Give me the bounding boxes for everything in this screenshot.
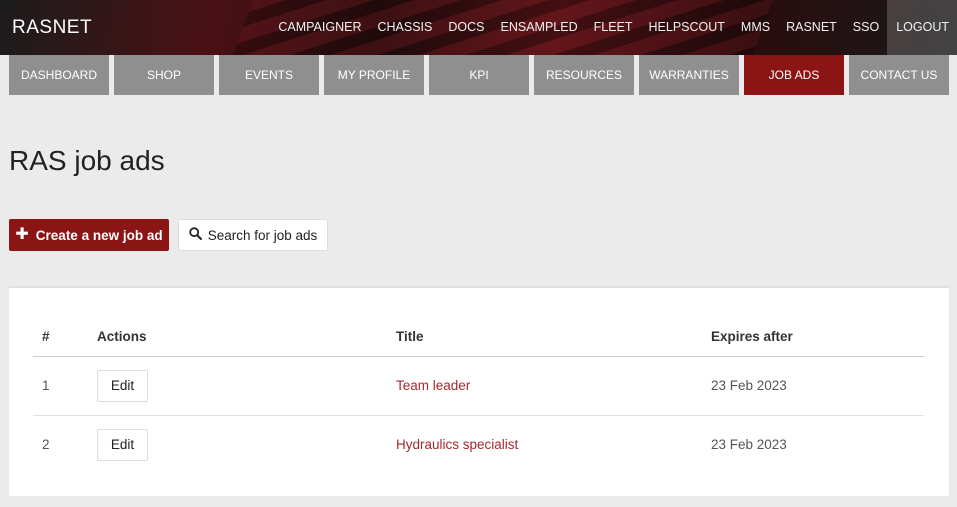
toplink-helpscout[interactable]: HELPSCOUT xyxy=(641,0,733,55)
edit-button[interactable]: Edit xyxy=(97,428,148,461)
row-title: Team leader xyxy=(387,356,702,416)
page-title: RAS job ads xyxy=(9,145,165,176)
nav-job-ads[interactable]: JOB ADS xyxy=(744,55,844,95)
plus-icon: ✚ xyxy=(15,226,29,243)
create-job-ad-label: Create a new job ad xyxy=(35,227,163,243)
row-actions: Edit xyxy=(88,356,387,416)
row-number: 2 xyxy=(42,437,50,453)
search-job-ads-label: Search for job ads xyxy=(207,227,318,243)
toplink-chassis[interactable]: CHASSIS xyxy=(369,0,440,55)
header-expires: Expires after xyxy=(702,318,924,357)
toplink-mms[interactable]: MMS xyxy=(733,0,778,55)
nav-kpi[interactable]: KPI xyxy=(429,55,529,95)
logout-link[interactable]: LOGOUT xyxy=(887,0,957,55)
job-title-link[interactable]: Hydraulics specialist xyxy=(396,437,518,452)
nav-resources[interactable]: RESOURCES xyxy=(534,55,634,95)
edit-button[interactable]: Edit xyxy=(97,369,148,402)
nav-shop[interactable]: SHOP xyxy=(114,55,214,95)
row-number: 1 xyxy=(33,356,88,416)
table-row: 2 Edit Hydraulics specialist 23 Feb 2023 xyxy=(33,415,924,474)
header-number: # xyxy=(33,318,88,357)
main-nav: DASHBOARD SHOP EVENTS MY PROFILE KPI RES… xyxy=(9,55,949,95)
job-ads-panel: # Actions Title Expires after 1 Edit Tea… xyxy=(9,286,949,496)
top-bar: RASNET CAMPAIGNER CHASSIS DOCS ENSAMPLED… xyxy=(0,0,957,55)
toplink-rasnet[interactable]: RASNET xyxy=(778,0,845,55)
create-job-ad-button[interactable]: ✚ Create a new job ad xyxy=(9,219,169,251)
nav-warranties[interactable]: WARRANTIES xyxy=(639,55,739,95)
toplink-docs[interactable]: DOCS xyxy=(440,0,492,55)
nav-contact-us[interactable]: CONTACT US xyxy=(849,55,949,95)
header-title: Title xyxy=(387,318,702,357)
row-title: Hydraulics specialist xyxy=(387,415,702,474)
nav-dashboard[interactable]: DASHBOARD xyxy=(9,55,109,95)
row-expires: 23 Feb 2023 xyxy=(702,356,924,416)
header-actions: Actions xyxy=(88,318,387,357)
search-icon xyxy=(189,227,202,243)
row-actions: Edit xyxy=(88,415,387,474)
nav-my-profile[interactable]: MY PROFILE xyxy=(324,55,424,95)
brand-logo[interactable]: RASNET xyxy=(12,17,92,39)
top-links: CAMPAIGNER CHASSIS DOCS ENSAMPLED FLEET … xyxy=(270,0,957,55)
table-header-row: # Actions Title Expires after xyxy=(33,318,924,357)
job-ads-table: # Actions Title Expires after 1 Edit Tea… xyxy=(33,318,924,474)
table-row: 1 Edit Team leader 23 Feb 2023 xyxy=(33,356,924,416)
nav-events[interactable]: EVENTS xyxy=(219,55,319,95)
row-expires: 23 Feb 2023 xyxy=(711,437,787,453)
search-job-ads-button[interactable]: Search for job ads xyxy=(178,219,328,251)
toplink-sso[interactable]: SSO xyxy=(845,0,887,55)
toplink-fleet[interactable]: FLEET xyxy=(586,0,641,55)
toplink-campaigner[interactable]: CAMPAIGNER xyxy=(270,0,369,55)
toplink-ensampled[interactable]: ENSAMPLED xyxy=(493,0,586,55)
job-title-link[interactable]: Team leader xyxy=(396,378,470,393)
